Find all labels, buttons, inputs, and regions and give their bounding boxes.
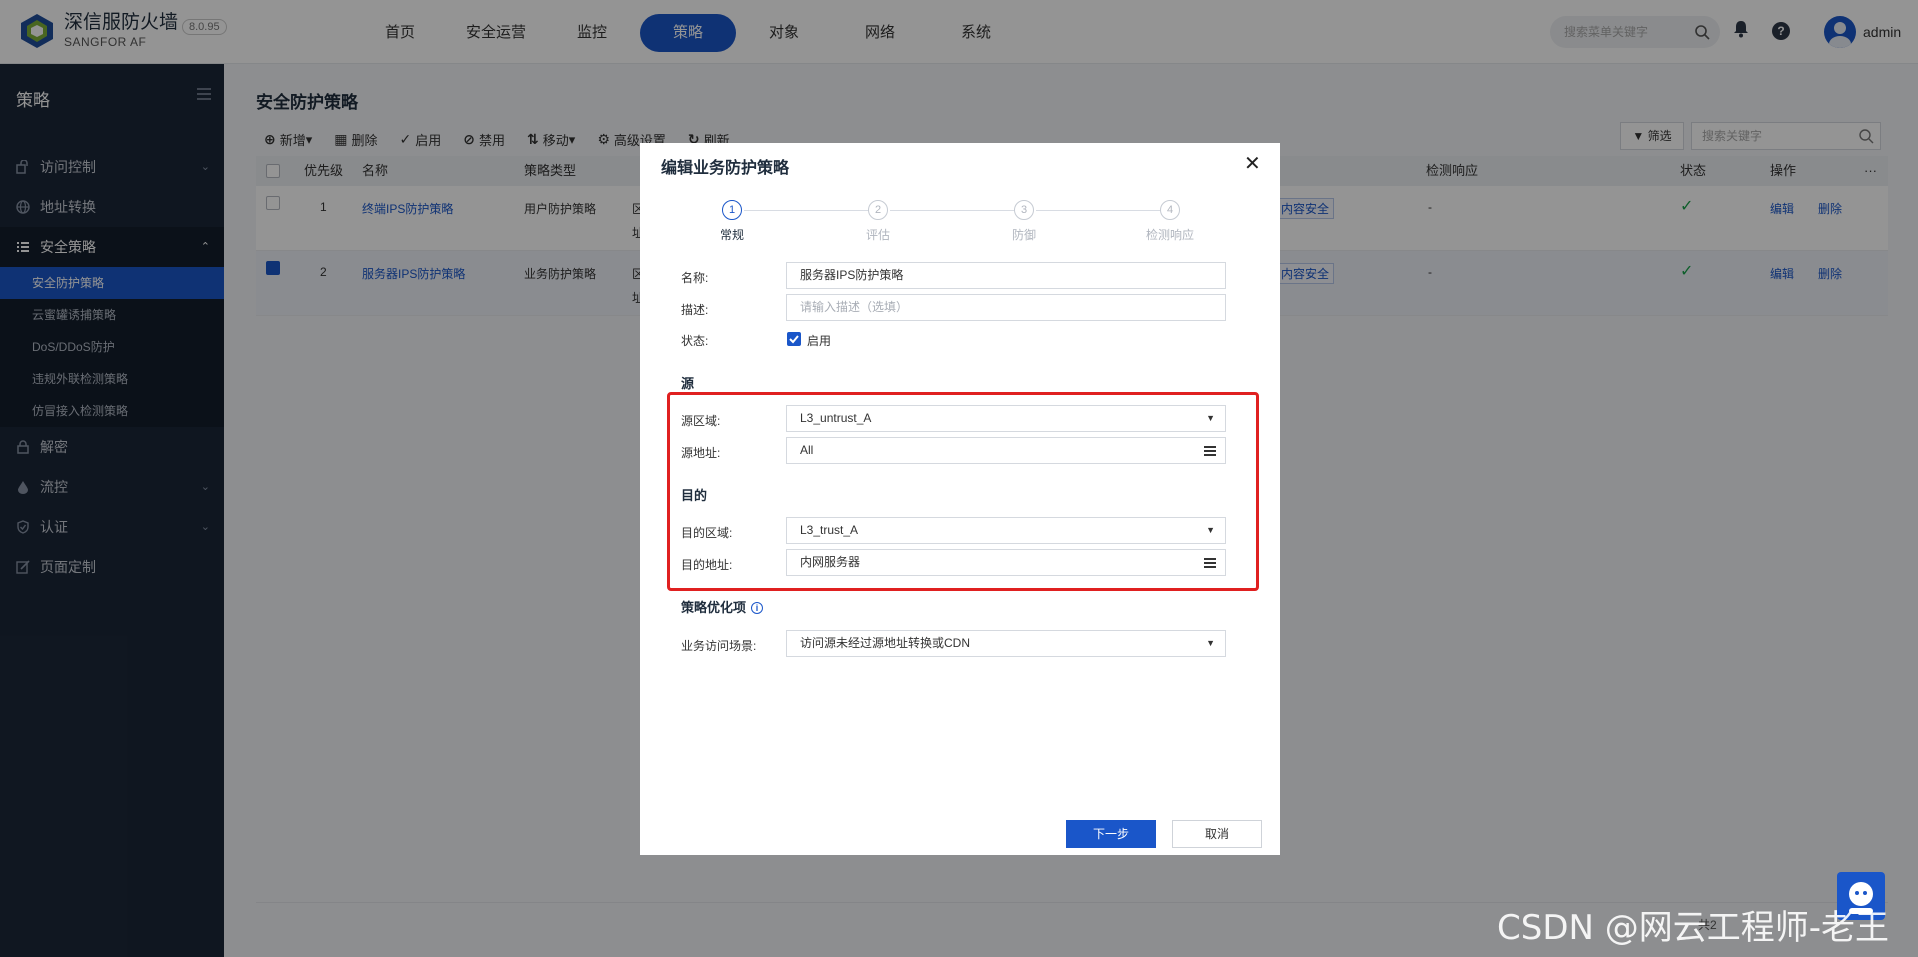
step-3-circle: 3 — [1014, 200, 1034, 220]
name-field[interactable]: 服务器IPS防护策略 — [786, 262, 1226, 289]
step-connector — [744, 210, 870, 211]
checkmark-icon — [789, 335, 799, 344]
access-scene-label: 业务访问场景: — [681, 639, 757, 653]
step-1-circle: 1 — [722, 200, 742, 220]
caret-down-icon: ▼ — [1206, 413, 1215, 423]
access-scene-select[interactable]: 访问源未经过源地址转换或CDN ▼ — [786, 630, 1226, 657]
description-field[interactable]: 请输入描述（选填） — [786, 294, 1226, 321]
next-step-button[interactable]: 下一步 — [1066, 820, 1156, 848]
list-picker-icon[interactable] — [1204, 446, 1216, 456]
dialog-title: 编辑业务防护策略 — [661, 160, 790, 177]
destination-zone-label: 目的区域: — [681, 526, 733, 540]
description-label: 描述: — [681, 303, 709, 317]
destination-zone-select[interactable]: L3_trust_A ▼ — [786, 517, 1226, 544]
caret-down-icon: ▼ — [1206, 638, 1215, 648]
step-4-label: 检测响应 — [1145, 228, 1194, 242]
optimization-section-title: 策略优化项 i — [681, 597, 764, 616]
step-1-label: 常规 — [719, 228, 744, 242]
source-zone-label: 源区域: — [681, 414, 721, 428]
edit-policy-dialog: 编辑业务防护策略 ✕ 1 常规 2 评估 3 防御 4 检测响应 名称: 服务器… — [640, 143, 1280, 855]
source-zone-select[interactable]: L3_untrust_A ▼ — [786, 405, 1226, 432]
name-label: 名称: — [681, 271, 709, 285]
step-connector — [890, 210, 1016, 211]
destination-address-value: 内网服务器 — [800, 555, 861, 569]
step-2-label: 评估 — [865, 228, 890, 242]
source-address-label: 源地址: — [681, 446, 721, 460]
step-4-circle: 4 — [1160, 200, 1180, 220]
destination-address-label: 目的地址: — [681, 558, 733, 572]
enable-checkbox[interactable] — [787, 332, 801, 346]
access-scene-value: 访问源未经过源地址转换或CDN — [800, 636, 970, 650]
close-icon[interactable]: ✕ — [1244, 151, 1261, 176]
step-connector — [1036, 210, 1162, 211]
source-address-value: All — [800, 443, 814, 457]
step-2-circle: 2 — [868, 200, 888, 220]
step-3-label: 防御 — [1011, 228, 1036, 242]
info-icon[interactable]: i — [751, 602, 764, 614]
destination-section-title: 目的 — [681, 488, 708, 503]
watermark: CSDN @网云工程师-老王 — [1497, 908, 1890, 948]
step-indicator: 1 常规 2 评估 3 防御 4 检测响应 — [640, 199, 1280, 243]
destination-zone-value: L3_trust_A — [800, 523, 859, 537]
list-picker-icon[interactable] — [1204, 558, 1216, 568]
source-zone-value: L3_untrust_A — [800, 411, 872, 425]
cancel-button[interactable]: 取消 — [1172, 820, 1262, 848]
destination-address-field[interactable]: 内网服务器 — [786, 549, 1226, 576]
source-section-title: 源 — [681, 376, 695, 391]
status-label: 状态: — [681, 334, 709, 348]
source-address-field[interactable]: All — [786, 437, 1226, 464]
caret-down-icon: ▼ — [1206, 525, 1215, 535]
enable-checkbox-label[interactable]: 启用 — [807, 332, 831, 349]
